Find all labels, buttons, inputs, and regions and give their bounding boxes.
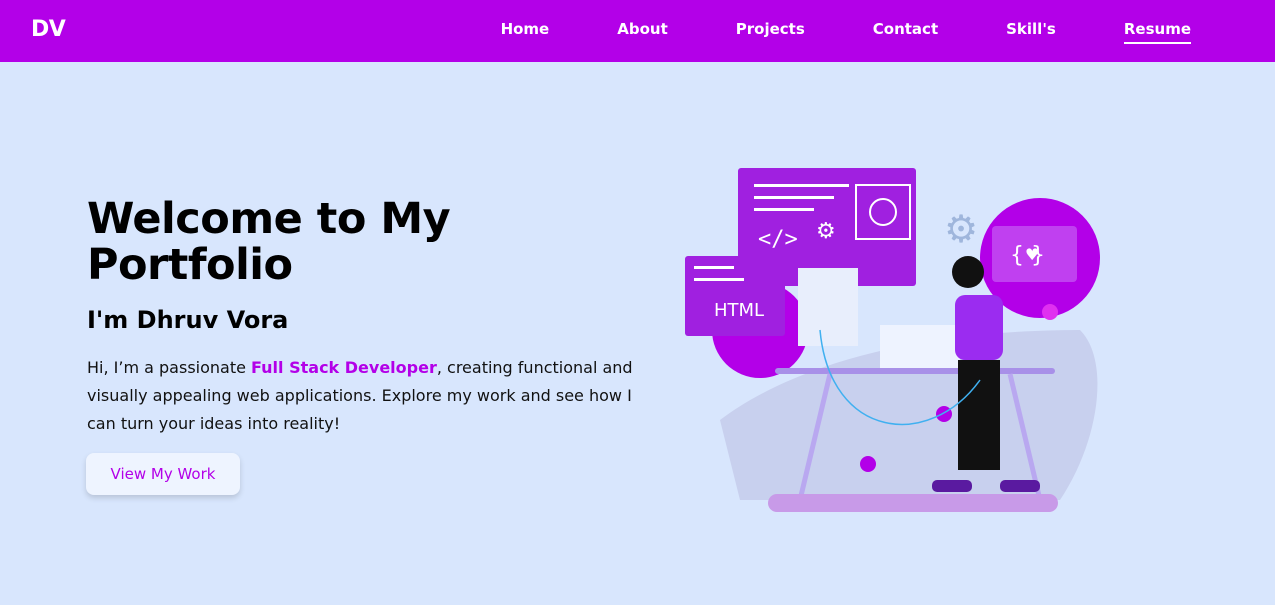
nav-projects[interactable]: Projects bbox=[736, 20, 805, 44]
hero-section: Welcome to My Portfolio I'm Dhruv Vora H… bbox=[86, 194, 642, 495]
nav-about[interactable]: About bbox=[617, 20, 668, 44]
nav-resume[interactable]: Resume bbox=[1123, 20, 1191, 44]
nav-contact[interactable]: Contact bbox=[873, 20, 938, 44]
nav-home[interactable]: Home bbox=[501, 20, 550, 44]
intro-text: Hi, I’m a passionate Full Stack Develope… bbox=[87, 354, 642, 438]
subtitle: I'm Dhruv Vora bbox=[87, 306, 289, 334]
desk bbox=[775, 368, 1055, 374]
laptop bbox=[880, 325, 960, 370]
developer-illustration: </> ⚙ ⚙ { } ♥ HTML bbox=[685, 168, 1100, 512]
monitor bbox=[798, 268, 858, 346]
gear-icon-large: ⚙ bbox=[944, 207, 978, 251]
navbar: DV Home About Projects Contact Skill's R… bbox=[0, 0, 1275, 62]
intro-highlight: Full Stack Developer bbox=[251, 358, 437, 377]
svg-text:♥: ♥ bbox=[1025, 245, 1039, 264]
logo[interactable]: DV bbox=[31, 17, 66, 42]
nav-skills[interactable]: Skill's bbox=[1006, 20, 1056, 44]
person-head bbox=[952, 256, 984, 288]
intro-pre: Hi, I’m a passionate bbox=[87, 358, 252, 377]
view-my-work-button[interactable]: View My Work bbox=[86, 453, 240, 495]
nav-links: Home About Projects Contact Skill's Resu… bbox=[433, 20, 1191, 44]
gear-icon: ⚙ bbox=[816, 219, 836, 244]
page-title: Welcome to My Portfolio bbox=[87, 194, 451, 290]
html-label: HTML bbox=[714, 300, 764, 321]
code-icon: </> bbox=[758, 227, 798, 252]
